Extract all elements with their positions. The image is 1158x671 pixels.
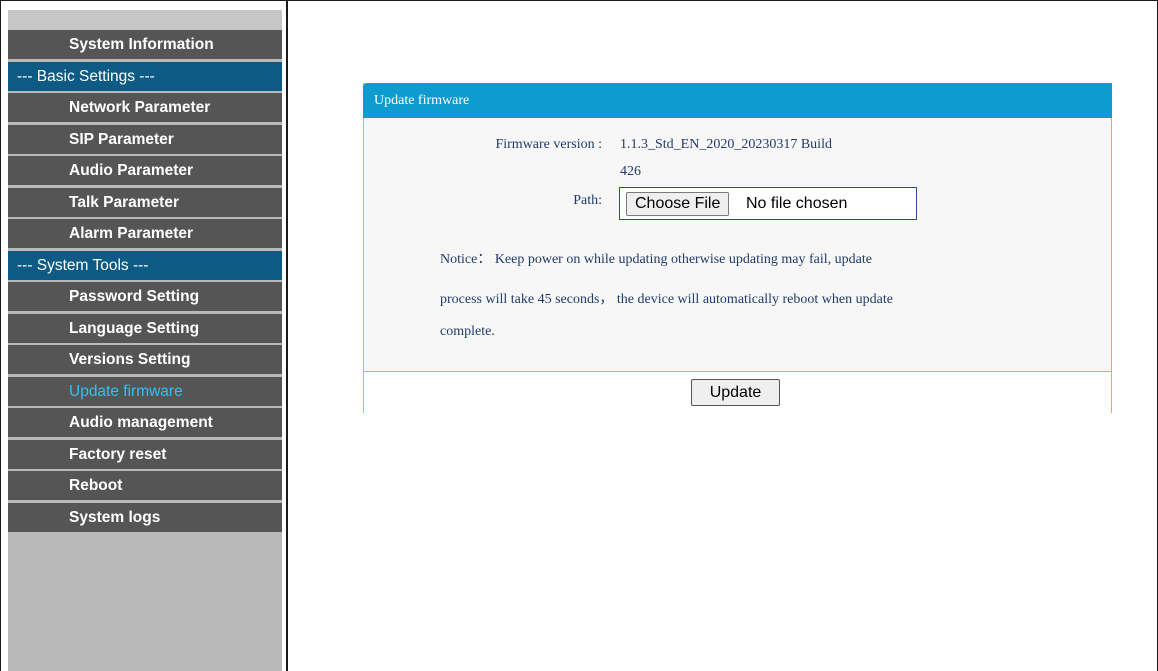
sidebar: System Information --- Basic Settings --… bbox=[8, 10, 282, 671]
sidebar-item-system-information[interactable]: System Information bbox=[8, 30, 282, 59]
update-button[interactable]: Update bbox=[691, 379, 780, 406]
sidebar-item-update-firmware[interactable]: Update firmware bbox=[8, 376, 282, 406]
firmware-version-label: Firmware version : bbox=[495, 137, 602, 152]
sidebar-top-strip bbox=[8, 10, 282, 30]
sidebar-item-talk-parameter[interactable]: Talk Parameter bbox=[8, 187, 282, 217]
sidebar-item-sip-parameter[interactable]: SIP Parameter bbox=[8, 124, 282, 154]
sidebar-item-language-setting[interactable]: Language Setting bbox=[8, 313, 282, 343]
firmware-version-value: 1.1.3_Std_EN_2020_20230317 Build bbox=[620, 137, 832, 152]
panel-footer: Update bbox=[364, 371, 1111, 413]
sidebar-item-versions-setting[interactable]: Versions Setting bbox=[8, 345, 282, 374]
notice-line-3: complete. bbox=[440, 324, 495, 339]
firmware-build-number: 426 bbox=[620, 164, 641, 179]
sidebar-item-network-parameter[interactable]: Network Parameter bbox=[8, 93, 282, 122]
sidebar-item-password-setting[interactable]: Password Setting bbox=[8, 282, 282, 311]
sidebar-item-reboot[interactable]: Reboot bbox=[8, 471, 282, 500]
path-label: Path: bbox=[573, 193, 602, 208]
panel-title: Update firmware bbox=[363, 83, 1112, 118]
sidebar-section-basic-settings: --- Basic Settings --- bbox=[8, 61, 282, 91]
sidebar-item-factory-reset[interactable]: Factory reset bbox=[8, 439, 282, 469]
choose-file-button[interactable]: Choose File bbox=[626, 192, 730, 216]
notice-line-1: Notice： Keep power on while updating oth… bbox=[440, 252, 872, 267]
file-status-text: No file chosen bbox=[746, 195, 848, 212]
sidebar-item-audio-management[interactable]: Audio management bbox=[8, 408, 282, 437]
update-firmware-panel: Update firmware Firmware version : 1.1.3… bbox=[363, 83, 1112, 413]
sidebar-section-system-tools: --- System Tools --- bbox=[8, 250, 282, 280]
file-input: Choose File No file chosen bbox=[619, 187, 917, 220]
sidebar-item-alarm-parameter[interactable]: Alarm Parameter bbox=[8, 219, 282, 248]
sidebar-menu: System Information --- Basic Settings --… bbox=[8, 30, 282, 534]
sidebar-divider bbox=[286, 0, 288, 671]
sidebar-item-audio-parameter[interactable]: Audio Parameter bbox=[8, 156, 282, 185]
notice-line-2: process will take 45 seconds， the device… bbox=[440, 292, 893, 307]
sidebar-item-system-logs[interactable]: System logs bbox=[8, 502, 282, 532]
